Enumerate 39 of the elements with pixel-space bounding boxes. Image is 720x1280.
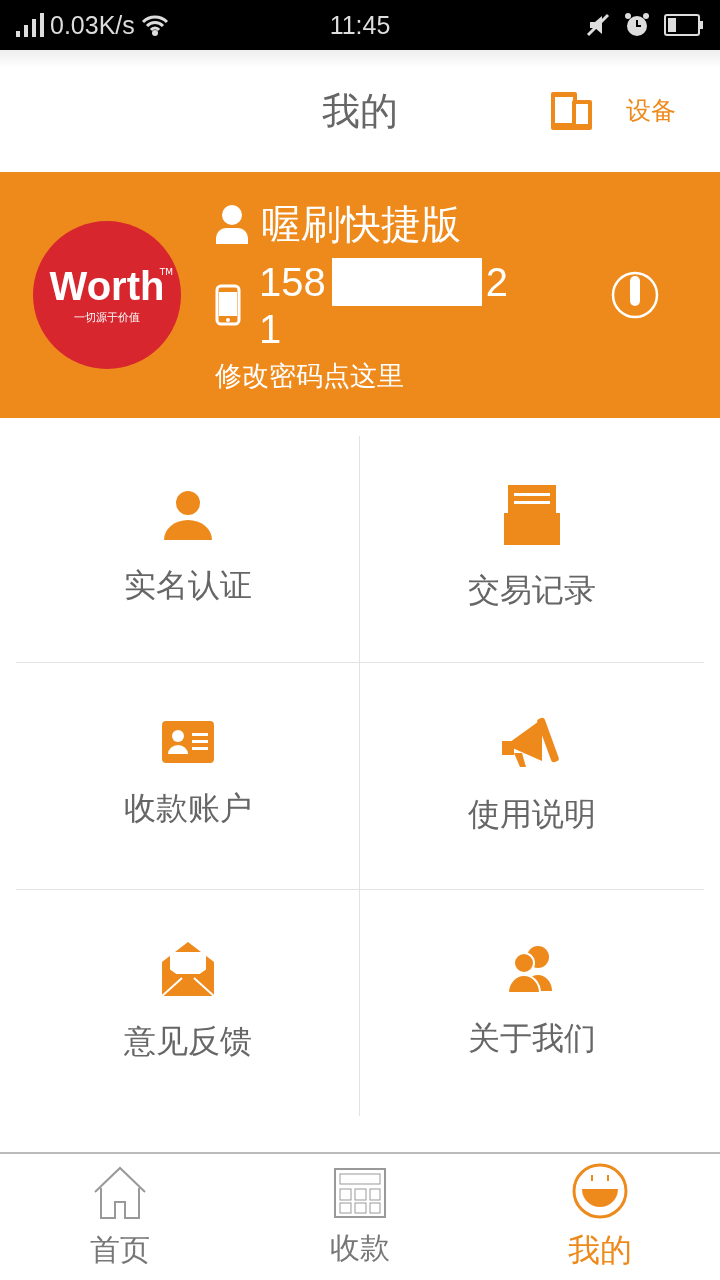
menu-tile[interactable]: 交易记录 <box>360 436 704 663</box>
tile-label: 使用说明 <box>468 794 596 835</box>
smiley-icon <box>572 1163 628 1219</box>
tile-label: 意见反馈 <box>123 1021 252 1062</box>
tab[interactable]: 收款 <box>240 1154 480 1280</box>
tile-label: 关于我们 <box>468 1018 596 1059</box>
id-card-icon <box>161 721 214 763</box>
menu-tile[interactable]: 关于我们 <box>360 890 704 1116</box>
tab[interactable]: 首页 <box>0 1154 240 1280</box>
house-icon <box>93 1165 147 1220</box>
alarm-icon <box>624 12 650 38</box>
tile-label: 实名认证 <box>123 565 252 606</box>
envelope-icon <box>161 942 214 996</box>
phone-number: 158 <box>259 258 326 305</box>
menu-tile[interactable]: 意见反馈 <box>16 890 360 1116</box>
megaphone-icon <box>502 715 562 769</box>
phone-number: 1 <box>259 305 283 352</box>
menu-tile[interactable]: 收款账户 <box>16 663 360 890</box>
phone-number: 2 <box>485 258 508 305</box>
user-icon <box>215 204 249 244</box>
phone-icon <box>215 283 241 326</box>
calculator-icon <box>334 1167 386 1218</box>
person-icon <box>162 490 213 540</box>
wifi-icon <box>140 14 169 36</box>
logo-slogan: 一切源于价值 <box>74 309 140 325</box>
clock: 11:45 <box>328 10 392 40</box>
signal-icon <box>16 13 44 37</box>
user-name: 喔刷快捷版 <box>261 199 461 249</box>
document-tray-icon <box>504 485 560 545</box>
mute-icon <box>586 13 610 37</box>
menu-tile[interactable]: 使用说明 <box>360 663 704 890</box>
page-title: 我的 <box>322 87 398 135</box>
tile-label: 交易记录 <box>468 570 596 611</box>
tile-label: 收款账户 <box>123 788 252 829</box>
battery-icon <box>664 14 704 36</box>
menu-tile[interactable]: 实名认证 <box>16 436 360 663</box>
network-speed: 0.03K/s <box>50 10 135 40</box>
power-icon[interactable] <box>610 270 660 320</box>
devices-icon[interactable] <box>550 90 592 130</box>
